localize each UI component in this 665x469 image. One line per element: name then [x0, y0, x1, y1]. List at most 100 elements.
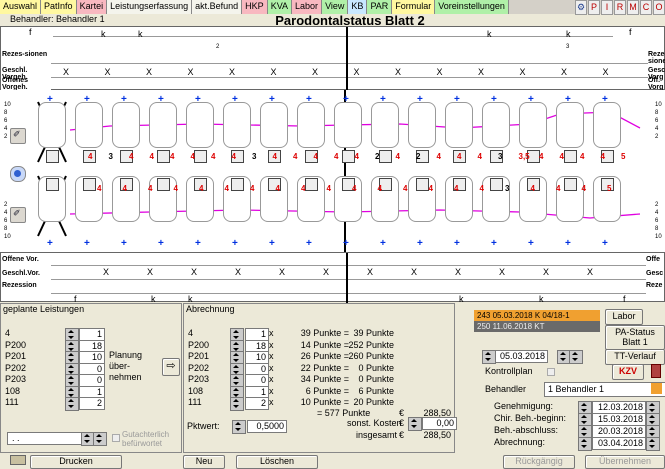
pocket-depth-upper[interactable]: 2 [416, 152, 420, 161]
tooth-surface[interactable] [157, 150, 170, 163]
plus-icon[interactable]: + [269, 94, 275, 105]
pocket-depth-lower[interactable]: 4 [174, 184, 178, 193]
plus-icon[interactable]: + [491, 94, 497, 105]
pocket-depth-upper[interactable]: 4 [314, 152, 318, 161]
pocket-depth-upper[interactable]: 4 [478, 152, 482, 161]
behandler-select[interactable]: 1 Behandler 1 [544, 382, 665, 397]
plus-icon[interactable]: + [269, 238, 275, 249]
pocket-depth-lower[interactable]: 4 [378, 184, 382, 193]
plus-icon[interactable]: + [306, 94, 312, 105]
tooth-surface[interactable] [379, 150, 392, 163]
lower-x-mark[interactable]: X [453, 267, 463, 277]
plus-icon[interactable]: + [195, 94, 201, 105]
plus-icon[interactable]: + [417, 94, 423, 105]
upper-x-mark[interactable]: X [393, 67, 403, 77]
tooth-surface[interactable] [416, 178, 429, 191]
pocket-depth-lower[interactable]: 4 [301, 184, 305, 193]
tooth-surface[interactable] [46, 150, 59, 163]
lower-x-mark[interactable]: X [365, 267, 375, 277]
date-field[interactable]: . . [7, 432, 85, 445]
tooth-surface[interactable] [490, 178, 503, 191]
upper-x-mark[interactable]: X [352, 67, 362, 77]
pocket-depth-upper[interactable]: 4 [273, 152, 277, 161]
plus-icon[interactable]: + [47, 238, 53, 249]
pocket-depth-upper[interactable]: 4 [211, 152, 215, 161]
abrechnung-qty[interactable]: 2 [245, 397, 269, 410]
pocket-depth-lower[interactable]: 4 [582, 184, 586, 193]
lower-x-mark[interactable]: X [189, 267, 199, 277]
lower-x-mark[interactable]: X [585, 267, 595, 277]
menu-tab-11[interactable]: Formular [392, 0, 436, 14]
toolbar-icon-o[interactable]: O [653, 0, 665, 15]
upper-x-mark[interactable]: X [518, 67, 528, 77]
pa-status-button[interactable]: PA-Status Blatt 1 [605, 325, 665, 350]
pocket-depth-lower[interactable]: 4 [531, 184, 535, 193]
plus-icon[interactable]: + [84, 238, 90, 249]
drucken-button[interactable]: Drucken [30, 455, 122, 469]
plus-icon[interactable]: + [306, 238, 312, 249]
plus-icon[interactable]: + [454, 94, 460, 105]
labor-button[interactable]: Labor [605, 309, 643, 325]
loeschen-button[interactable]: Löschen [236, 455, 318, 469]
upper-x-mark[interactable]: X [61, 67, 71, 77]
pocket-depth-upper[interactable]: 4 [457, 152, 461, 161]
pocket-depth-lower[interactable]: 4 [480, 184, 484, 193]
plus-icon[interactable]: + [380, 94, 386, 105]
plus-icon[interactable]: + [565, 94, 571, 105]
pocket-depth-upper[interactable]: 4 [560, 152, 564, 161]
lower-x-mark[interactable]: X [277, 267, 287, 277]
uebernehmen-button[interactable]: Übernehmen [585, 455, 665, 469]
history-row[interactable]: 250 11.06.2018 KT [474, 321, 600, 332]
tooth-up[interactable] [445, 102, 473, 148]
plus-icon[interactable]: + [121, 94, 127, 105]
tooth-up[interactable] [38, 102, 66, 148]
plus-icon[interactable]: + [158, 94, 164, 105]
lower-x-mark[interactable]: X [409, 267, 419, 277]
menu-tab-8[interactable]: View [322, 0, 349, 14]
plus-icon[interactable]: + [417, 238, 423, 249]
tooth-up[interactable] [408, 102, 436, 148]
pocket-depth-upper[interactable]: 4 [150, 152, 154, 161]
chart-tool-button-3[interactable]: ✐ [10, 207, 26, 223]
pocket-depth-upper[interactable]: 4 [601, 152, 605, 161]
pktwert-field[interactable]: 0,5000 [247, 420, 287, 433]
tt-verlauf-button[interactable]: TT-Verlauf [605, 349, 665, 365]
tooth-surface[interactable] [83, 178, 96, 191]
pocket-depth-upper[interactable]: 4 [88, 152, 92, 161]
plus-icon[interactable]: + [528, 238, 534, 249]
tooth-up[interactable] [75, 102, 103, 148]
upper-x-mark[interactable]: X [227, 67, 237, 77]
pocket-depth-lower[interactable]: 4 [250, 184, 254, 193]
kzv-button[interactable]: KZV [612, 364, 644, 380]
pocket-depth-lower[interactable]: 4 [352, 184, 356, 193]
pocket-depth-upper[interactable]: 4 [580, 152, 584, 161]
gutachterlich-checkbox[interactable] [112, 434, 120, 442]
upper-x-mark[interactable]: X [435, 67, 445, 77]
pocket-depth-upper[interactable]: 3 [109, 152, 113, 161]
plus-icon[interactable]: + [602, 238, 608, 249]
tooth-surface[interactable] [46, 178, 59, 191]
plus-icon[interactable]: + [380, 238, 386, 249]
tooth-up[interactable] [519, 102, 547, 148]
lower-x-mark[interactable]: X [541, 267, 551, 277]
lower-x-mark[interactable]: X [145, 267, 155, 277]
pocket-depth-upper[interactable]: 3 [252, 152, 256, 161]
tooth-up[interactable] [297, 102, 325, 148]
upper-x-mark[interactable]: X [144, 67, 154, 77]
rueckgaengig-button[interactable]: Rückgängig [503, 455, 575, 469]
menu-tab-5[interactable]: HKP [242, 0, 268, 14]
abrechnung-stepper[interactable] [230, 397, 244, 411]
plus-icon[interactable]: + [528, 94, 534, 105]
menu-tab-1[interactable]: PatInfo [41, 0, 77, 14]
toolbar-icon-i[interactable]: I [601, 0, 613, 15]
plus-icon[interactable]: + [232, 94, 238, 105]
pocket-depth-upper[interactable]: 4 [396, 152, 400, 161]
sonst-stepper[interactable] [408, 417, 422, 431]
pktwert-stepper[interactable] [232, 420, 246, 434]
date1-field[interactable]: 05.03.2018 [494, 350, 548, 363]
printer-icon[interactable] [10, 455, 26, 465]
plus-icon[interactable]: + [47, 94, 53, 105]
plus-icon[interactable]: + [84, 94, 90, 105]
pocket-depth-upper[interactable]: 4 [334, 152, 338, 161]
chart-tool-button-2[interactable] [10, 166, 26, 182]
